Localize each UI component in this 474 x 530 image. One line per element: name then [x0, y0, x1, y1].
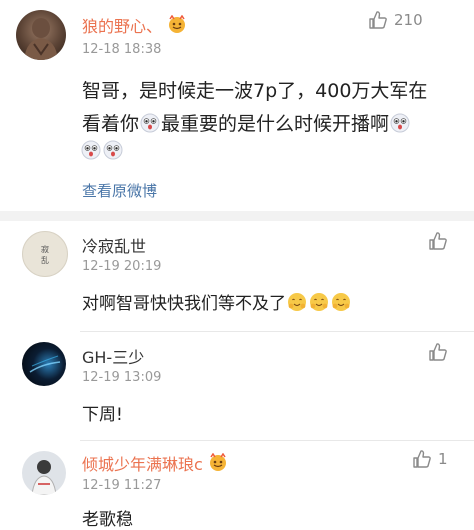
reply-item: GH-三少 12-19 13:09 下周!	[0, 332, 474, 440]
username[interactable]: GH-三少	[82, 344, 144, 368]
avatar[interactable]	[22, 342, 66, 386]
username-text: 狼的野心、	[82, 17, 163, 36]
surprised-face-emoji	[81, 140, 101, 160]
view-original-link[interactable]: 查看原微博	[82, 180, 157, 201]
reply-item: 寂 乱 冷寂乱世 12-19 20:19 对啊智哥快快我们等不及了	[0, 221, 474, 331]
main-comment: 狼的野心、 12-18 18:38 210 智哥，是时候走一波7p了，400万大…	[0, 0, 474, 215]
avatar-image: 寂 乱	[41, 244, 49, 265]
avatar-image	[29, 355, 61, 373]
avatar[interactable]: 寂 乱	[22, 231, 68, 277]
like-button[interactable]	[428, 231, 448, 251]
username[interactable]: 倾城少年满琳琅c	[82, 451, 229, 475]
like-button[interactable]	[428, 342, 448, 362]
comment-text-segment: 看着你	[82, 113, 140, 135]
avatar[interactable]	[22, 451, 66, 495]
svg-text:乱: 乱	[41, 255, 49, 265]
timestamp: 12-19 20:19	[82, 259, 162, 274]
reply-text-content: 对啊智哥快快我们等不及了	[82, 294, 286, 314]
comment-text-segment: 最重要的是什么时候开播啊	[161, 113, 390, 135]
hugging-face-emoji	[287, 292, 307, 312]
svg-text:寂: 寂	[41, 244, 49, 254]
surprised-face-emoji	[390, 113, 410, 133]
avatar-image	[31, 460, 57, 495]
comment-text: 看着你 最重要的是什么时候开播啊	[82, 109, 411, 136]
timestamp: 12-19 13:09	[82, 370, 162, 385]
reply-text: 下周!	[82, 405, 123, 425]
hugging-face-emoji	[309, 292, 329, 312]
avatar-image	[24, 18, 58, 60]
like-count: 1	[438, 450, 448, 468]
comment-text-line-1: 智哥，是时候走一波7p了，400万大军在	[82, 80, 428, 102]
like-count: 210	[394, 11, 423, 29]
like-button[interactable]: 210	[368, 10, 423, 30]
like-button[interactable]: 1	[412, 449, 448, 469]
username[interactable]: 狼的野心、	[82, 13, 188, 37]
thumbs-up-icon	[429, 232, 447, 250]
avatar[interactable]	[16, 10, 66, 60]
reply-text: 对啊智哥快快我们等不及了	[82, 289, 352, 314]
username[interactable]: 冷寂乱世	[82, 233, 146, 257]
reply-text: 老歌稳	[82, 510, 133, 530]
timestamp: 12-19 11:27	[82, 478, 162, 493]
surprised-face-emoji	[103, 140, 123, 160]
thumbs-up-icon	[369, 11, 387, 29]
comment-emoji-row	[80, 140, 124, 161]
vip-crown-icon	[166, 14, 188, 36]
reply-item: 倾城少年满琳琅c 12-19 11:27 1 老歌稳	[0, 441, 474, 530]
username-text: 倾城少年满琳琅c	[82, 455, 203, 474]
thumbs-up-icon	[413, 450, 431, 468]
timestamp: 12-18 18:38	[82, 42, 162, 57]
comment-text: 智哥，是时候走一波7p了，400万大军在	[82, 76, 427, 103]
vip-crown-icon	[207, 452, 229, 474]
section-divider	[0, 211, 474, 221]
surprised-face-emoji	[140, 113, 160, 133]
thumbs-up-icon	[429, 343, 447, 361]
hugging-face-emoji	[331, 292, 351, 312]
